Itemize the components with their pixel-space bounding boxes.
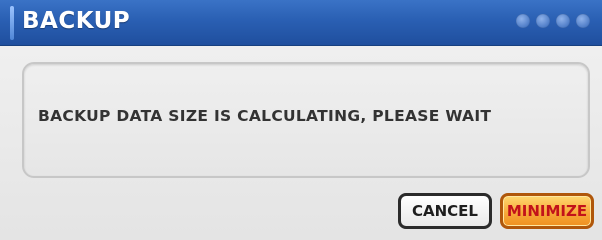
titlebar-dot-icon <box>536 14 550 28</box>
minimize-button[interactable]: MINIMIZE <box>500 193 594 229</box>
backup-dialog: BACKUP BACKUP DATA SIZE IS CALCULATING, … <box>0 0 602 240</box>
titlebar-dot-icon <box>576 14 590 28</box>
titlebar-accent <box>10 6 14 40</box>
message-panel: BACKUP DATA SIZE IS CALCULATING, PLEASE … <box>22 62 590 178</box>
dialog-titlebar: BACKUP <box>0 0 602 46</box>
status-message: BACKUP DATA SIZE IS CALCULATING, PLEASE … <box>38 107 492 125</box>
dialog-title: BACKUP <box>22 8 131 34</box>
titlebar-dot-icon <box>556 14 570 28</box>
cancel-button[interactable]: CANCEL <box>398 193 492 229</box>
titlebar-dots <box>516 14 590 28</box>
titlebar-dot-icon <box>516 14 530 28</box>
